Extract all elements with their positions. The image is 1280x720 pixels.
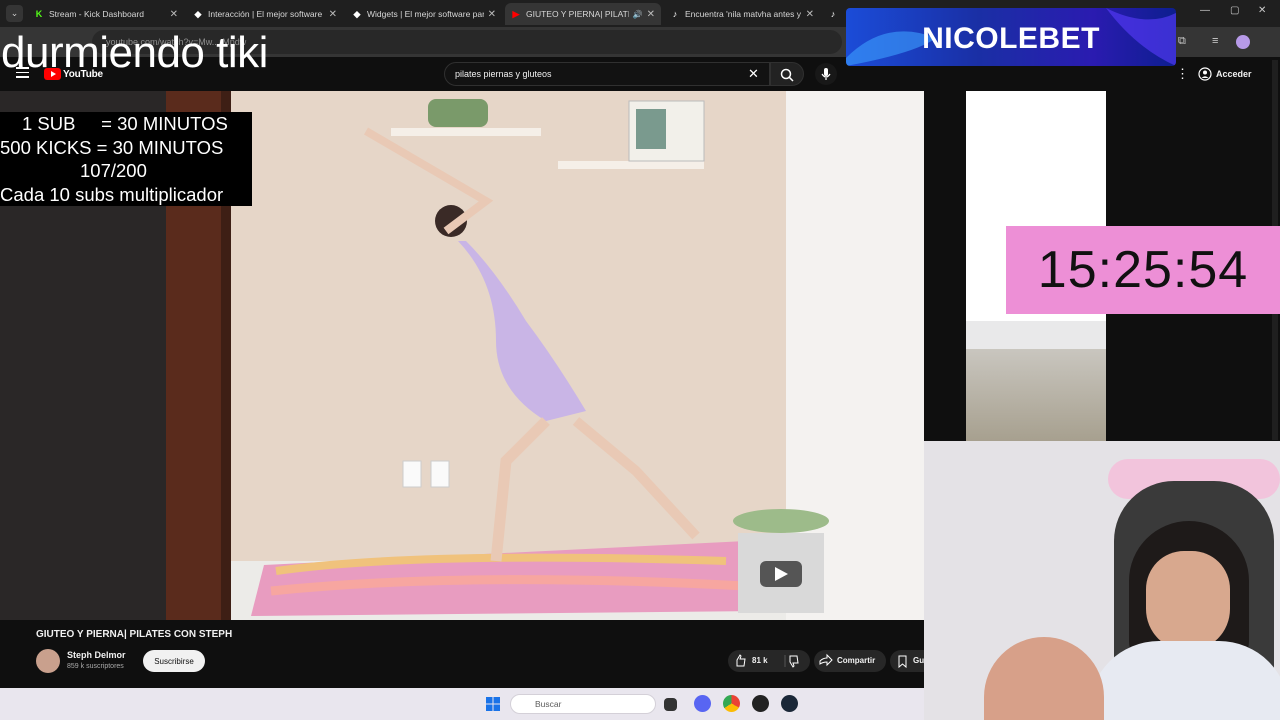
browser-tab[interactable]: ♪C xyxy=(822,3,846,25)
close-tab-icon[interactable]: ✕ xyxy=(488,9,496,20)
microphone-icon xyxy=(821,68,831,80)
search-input[interactable] xyxy=(444,62,770,86)
sponsor-name: NICOLEBET xyxy=(922,22,1100,55)
save-label[interactable]: Gu xyxy=(913,656,924,665)
browser-tab[interactable]: ▶ GIUTEO Y PIERNA| PILATES 🔊 ✕ xyxy=(505,3,661,25)
rule-multiplier: Cada 10 subs multiplicador xyxy=(0,183,224,205)
minimize-icon[interactable]: — xyxy=(1200,5,1210,16)
more-options-icon[interactable]: ⋮ xyxy=(1176,66,1189,82)
subscriber-count: 859 k suscriptores xyxy=(67,663,124,670)
browser-tab-title: Interacción | El mejor software p xyxy=(208,9,325,19)
sign-in-button[interactable]: Acceder xyxy=(1198,63,1252,85)
tiktok-icon: ♪ xyxy=(830,9,836,19)
webcam-feed xyxy=(924,441,1280,720)
share-icon xyxy=(819,653,833,667)
discord-icon[interactable] xyxy=(694,695,711,712)
voice-search-button[interactable] xyxy=(815,63,837,85)
like-count[interactable]: 81 k xyxy=(752,656,768,665)
share-label[interactable]: Compartir xyxy=(837,656,875,665)
tab-audio-icon[interactable]: 🔊 xyxy=(633,10,643,19)
like-dislike-group xyxy=(728,650,810,672)
search-button[interactable] xyxy=(770,62,804,86)
browser-tab[interactable]: ♪ Encuentra 'nila matvha antes y ✕ xyxy=(664,3,820,25)
browser-tab[interactable]: K Stream - Kick Dashboard ✕ xyxy=(28,3,184,25)
stream-title-overlay: durmiendo tiki xyxy=(1,28,268,77)
browser-tab[interactable]: ◆ Interacción | El mejor software p ✕ xyxy=(187,3,343,25)
widget-icon: ◆ xyxy=(194,9,202,19)
goal-progress: 107/200 xyxy=(80,160,147,181)
youtube-icon: ▶ xyxy=(512,9,520,19)
video-title: GIUTEO Y PIERNA| PILATES CON STEPH xyxy=(36,629,233,640)
sponsor-banner: NICOLEBET xyxy=(846,8,1176,66)
clear-search-icon[interactable]: ✕ xyxy=(748,65,759,83)
widget-icon: ◆ xyxy=(353,9,361,19)
rule-kicks: 500 KICKS = 30 MINUTOS xyxy=(0,136,224,158)
like-icon[interactable] xyxy=(728,650,810,672)
sign-in-label: Acceder xyxy=(1216,69,1252,79)
media-controls-icon[interactable]: ≡ xyxy=(1212,35,1218,47)
channel-avatar[interactable] xyxy=(36,649,60,673)
taskbar-search-input[interactable]: Buscar xyxy=(510,694,656,714)
maximize-icon[interactable]: ▢ xyxy=(1230,5,1239,16)
extensions-icon[interactable]: ⧉ xyxy=(1178,35,1186,48)
task-view-icon[interactable] xyxy=(664,698,677,711)
browser-tab-title: GIUTEO Y PIERNA| PILATES xyxy=(526,9,629,19)
subathon-rules-panel: 1 SUB = 30 MINUTOS 500 KICKS = 30 MINUTO… xyxy=(0,112,252,206)
browser-tab[interactable]: ◆ Widgets | El mejor software par ✕ xyxy=(346,3,502,25)
close-tab-icon[interactable]: ✕ xyxy=(329,9,337,20)
video-player[interactable] xyxy=(166,91,924,620)
tab-search-button[interactable]: ⌄ xyxy=(6,5,23,22)
browser-tab-title: Encuentra 'nila matvha antes y xyxy=(685,9,801,19)
browser-tab-title: Widgets | El mejor software par xyxy=(367,9,484,19)
kick-icon: K xyxy=(35,9,43,19)
windows-start-icon[interactable] xyxy=(486,697,500,711)
steam-icon[interactable] xyxy=(781,695,798,712)
search-icon xyxy=(780,68,794,82)
subscribe-button[interactable]: Suscribirse xyxy=(143,650,205,672)
bookmark-icon xyxy=(898,655,907,669)
account-icon xyxy=(1198,67,1212,81)
chrome-icon[interactable] xyxy=(723,695,740,712)
close-window-icon[interactable]: ✕ xyxy=(1258,5,1266,16)
rule-sub: 1 SUB = 30 MINUTOS xyxy=(22,113,228,134)
browser-tab-title: Stream - Kick Dashboard xyxy=(49,9,144,19)
tiktok-icon: ♪ xyxy=(672,9,678,19)
profile-avatar[interactable] xyxy=(1236,35,1250,49)
obs-icon[interactable] xyxy=(752,695,769,712)
close-tab-icon[interactable]: ✕ xyxy=(647,9,655,20)
close-tab-icon[interactable]: ✕ xyxy=(170,9,178,20)
channel-name[interactable]: Steph Delmor xyxy=(67,650,126,660)
subathon-timer: 15:25:54 xyxy=(1006,226,1280,314)
close-tab-icon[interactable]: ✕ xyxy=(806,9,814,20)
